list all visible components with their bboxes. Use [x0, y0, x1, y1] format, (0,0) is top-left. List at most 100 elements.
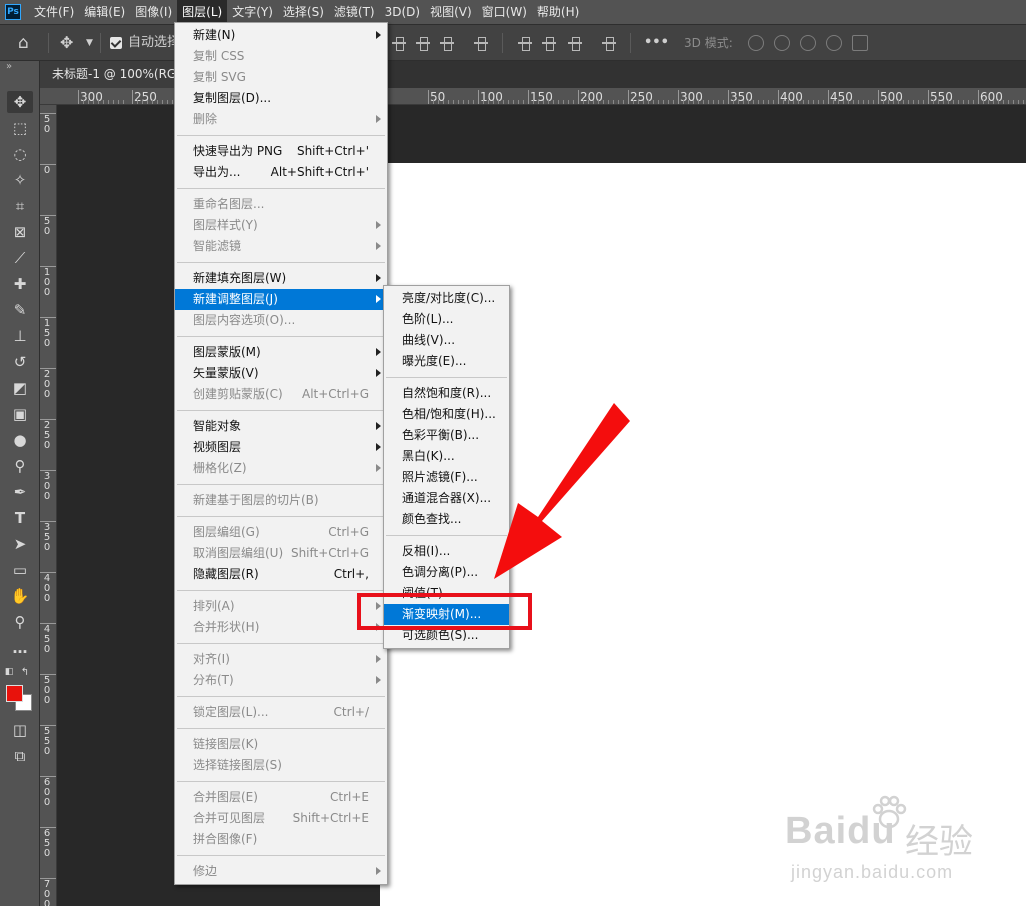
menu-5[interactable]: 选择(S)	[278, 0, 329, 24]
chevron-down-icon[interactable]: ▼	[86, 25, 93, 61]
rectangle-tool-icon[interactable]: ▭	[7, 559, 33, 581]
3d-mode-label: 3D 模式:	[684, 36, 733, 50]
menu-separator	[177, 590, 385, 591]
menu-separator	[177, 516, 385, 517]
layer-menu-item[interactable]: 新建调整图层(J)	[175, 289, 387, 310]
layer-menu-item[interactable]: 导出为... Alt+Shift+Ctrl+'	[175, 162, 387, 183]
zoom-tool-icon[interactable]: ⚲	[7, 611, 33, 633]
eyedropper-tool-icon[interactable]: ⟋	[7, 247, 33, 269]
ps-logo-icon: Ps	[5, 4, 21, 20]
menu-separator	[177, 410, 385, 411]
distribute-icon[interactable]	[474, 36, 488, 51]
red-annotation-arrow	[494, 403, 630, 579]
move-tool-icon[interactable]: ✥	[60, 25, 73, 61]
menu-0[interactable]: 文件(F)	[29, 0, 79, 24]
adjust-menu-item[interactable]: 亮度/对比度(C)...	[384, 288, 509, 309]
layer-menu-item[interactable]: 智能对象	[175, 416, 387, 437]
layer-menu-item: 链接图层(K)	[175, 734, 387, 755]
align-right-icon[interactable]	[568, 36, 582, 51]
3d-slide-icon[interactable]	[826, 35, 842, 51]
shortcut-label: Ctrl+G	[328, 525, 369, 539]
foreground-color-swatch[interactable]	[6, 685, 23, 702]
blur-tool-icon[interactable]: ●	[7, 429, 33, 451]
magic-wand-tool-icon[interactable]: ✧	[7, 169, 33, 191]
3d-pan-icon[interactable]	[800, 35, 816, 51]
type-tool-icon[interactable]: T	[7, 507, 33, 529]
layer-menu-item[interactable]: 复制图层(D)...	[175, 88, 387, 109]
screen-mode-icon[interactable]: ⧉	[7, 745, 33, 767]
align-top-icon[interactable]	[392, 36, 406, 51]
document-tab[interactable]: 未标题-1 @ 100%(RGB/	[40, 61, 190, 88]
watermark-url: jingyan.baidu.com	[791, 862, 954, 882]
layer-menu-item[interactable]: 视频图层	[175, 437, 387, 458]
align-hcenter-icon[interactable]	[542, 36, 556, 51]
layer-menu-item-label: 选择链接图层(S)	[193, 758, 282, 772]
layer-menu-item[interactable]: 快速导出为 PNG Shift+Ctrl+'	[175, 141, 387, 162]
menu-10[interactable]: 帮助(H)	[532, 0, 584, 24]
menu-9[interactable]: 窗口(W)	[477, 0, 532, 24]
menu-7[interactable]: 3D(D)	[380, 0, 425, 24]
history-brush-tool-icon[interactable]: ↺	[7, 351, 33, 373]
adjust-menu-item[interactable]: 曝光度(E)...	[384, 351, 509, 372]
swap-colors-icon[interactable]: ↰	[18, 661, 32, 683]
layer-menu-item-label: 合并形状(H)	[193, 620, 260, 634]
collapse-icon[interactable]: »	[6, 61, 12, 72]
path-selection-tool-icon[interactable]: ➤	[7, 533, 33, 555]
menu-separator	[177, 728, 385, 729]
frame-tool-icon[interactable]: ⊠	[7, 221, 33, 243]
menu-8[interactable]: 视图(V)	[425, 0, 477, 24]
ruler-tick	[528, 90, 529, 104]
pen-tool-icon[interactable]: ✒	[7, 481, 33, 503]
adjust-menu-item[interactable]: 色阶(L)...	[384, 309, 509, 330]
layer-menu-item[interactable]: 新建填充图层(W)	[175, 268, 387, 289]
adjust-menu-item[interactable]: 曲线(V)...	[384, 330, 509, 351]
menu-3[interactable]: 图层(L)	[177, 0, 228, 24]
stamp-tool-icon[interactable]: ⊥	[7, 325, 33, 347]
align-bottom-icon[interactable]	[440, 36, 454, 51]
layer-menu-item[interactable]: 新建(N)	[175, 25, 387, 46]
layer-menu-item: 分布(T)	[175, 670, 387, 691]
layer-menu-item: 创建剪贴蒙版(C) Alt+Ctrl+G	[175, 384, 387, 405]
healing-brush-tool-icon[interactable]: ✚	[7, 273, 33, 295]
move-tool-icon[interactable]: ✥	[7, 91, 33, 113]
dodge-tool-icon[interactable]: ⚲	[7, 455, 33, 477]
menu-2[interactable]: 图像(I)	[130, 0, 177, 24]
default-colors-icon[interactable]: ◧	[2, 661, 16, 683]
layer-menu-item[interactable]: 矢量蒙版(V)	[175, 363, 387, 384]
menu-6[interactable]: 滤镜(T)	[329, 0, 380, 24]
hand-tool-icon[interactable]: ✋	[7, 585, 33, 607]
adjust-menu-item-label: 曝光度(E)...	[402, 354, 467, 368]
3d-roll-icon[interactable]	[774, 35, 790, 51]
submenu-arrow-icon	[376, 655, 381, 663]
auto-select-checkbox[interactable]	[110, 37, 122, 49]
eraser-tool-icon[interactable]: ◩	[7, 377, 33, 399]
layer-menu-item[interactable]: 隐藏图层(R) Ctrl+,	[175, 564, 387, 585]
marquee-tool-icon[interactable]: ⬚	[7, 117, 33, 139]
shortcut-label: Ctrl+E	[330, 790, 369, 804]
layer-menu-item-label: 复制 SVG	[193, 70, 246, 84]
ruler-label: 150	[43, 318, 51, 349]
menu-4[interactable]: 文字(Y)	[227, 0, 278, 24]
3d-orbit-icon[interactable]	[748, 35, 764, 51]
menu-1[interactable]: 编辑(E)	[79, 0, 130, 24]
align-vcenter-icon[interactable]	[416, 36, 430, 51]
distribute-h-icon[interactable]	[602, 36, 616, 51]
more-options-icon[interactable]: •••	[644, 25, 669, 61]
crop-tool-icon[interactable]: ⌗	[7, 195, 33, 217]
quick-mask-icon[interactable]: ◫	[7, 719, 33, 741]
layer-menu-item: 选择链接图层(S)	[175, 755, 387, 776]
gradient-tool-icon[interactable]: ▣	[7, 403, 33, 425]
lasso-tool-icon[interactable]: ◌	[7, 143, 33, 165]
3d-scale-icon[interactable]	[852, 35, 868, 51]
more-tools-icon[interactable]: …	[7, 637, 33, 659]
layer-menu-item-label: 排列(A)	[193, 599, 235, 613]
layer-menu-item-label: 图层蒙版(M)	[193, 345, 261, 359]
layer-menu-item[interactable]: 图层蒙版(M)	[175, 342, 387, 363]
home-icon[interactable]: ⌂	[18, 25, 29, 61]
submenu-arrow-icon	[376, 221, 381, 229]
ruler-tick	[928, 90, 929, 104]
align-left-icon[interactable]	[518, 36, 532, 51]
brush-tool-icon[interactable]: ✎	[7, 299, 33, 321]
adjust-menu-item-label: 曲线(V)...	[402, 333, 456, 347]
layer-menu-item: 复制 CSS	[175, 46, 387, 67]
